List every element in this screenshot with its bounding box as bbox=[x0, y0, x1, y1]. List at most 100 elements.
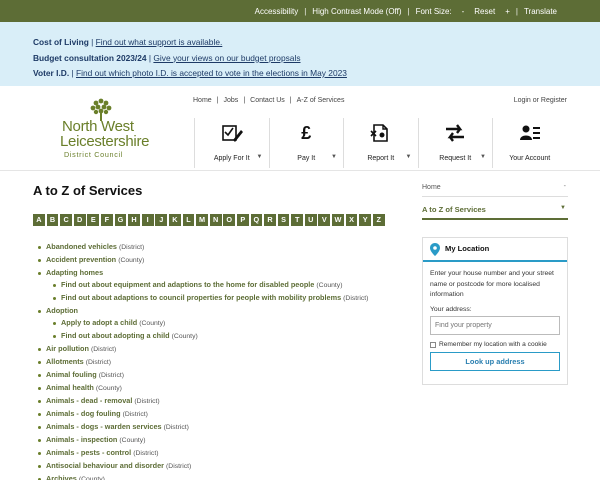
az-letter-e[interactable]: E bbox=[87, 214, 100, 226]
service-link[interactable]: Abandoned vehicles bbox=[46, 242, 117, 251]
az-letter-a[interactable]: A bbox=[33, 214, 45, 226]
chevron-down-icon: ▼ bbox=[560, 205, 566, 211]
service-link[interactable]: Allotments bbox=[46, 357, 84, 366]
az-letter-x[interactable]: X bbox=[345, 214, 358, 226]
az-letter-d[interactable]: D bbox=[73, 214, 86, 226]
service-link[interactable]: Animal fouling bbox=[46, 370, 97, 379]
nav-your-account[interactable]: Your Account bbox=[492, 118, 567, 168]
login-register-link[interactable]: Login or Register bbox=[514, 97, 567, 104]
page-title: A to Z of Services bbox=[33, 183, 143, 198]
account-icon bbox=[519, 125, 540, 140]
accessibility-link[interactable]: Accessibility bbox=[250, 7, 304, 16]
az-letter-o[interactable]: O bbox=[223, 214, 236, 226]
pound-icon: £ bbox=[301, 123, 312, 143]
sidebar-breadcrumb: Home - A to Z of Services ▼ bbox=[422, 183, 568, 220]
breadcrumb-home[interactable]: Home - bbox=[422, 183, 568, 197]
alert-link[interactable]: Find out what support is available. bbox=[96, 37, 223, 47]
az-letter-u[interactable]: U bbox=[304, 214, 317, 226]
az-letter-y[interactable]: Y bbox=[359, 214, 372, 226]
service-scope: (District) bbox=[133, 450, 159, 457]
alert-link[interactable]: Find out which photo I.D. is accepted to… bbox=[76, 68, 347, 78]
address-input[interactable] bbox=[430, 316, 560, 335]
list-item: Find out about adopting a child (County) bbox=[53, 330, 398, 343]
translate-link[interactable]: Translate bbox=[519, 7, 562, 16]
service-link[interactable]: Animal health bbox=[46, 383, 94, 392]
az-letter-h[interactable]: H bbox=[128, 214, 140, 226]
az-letter-f[interactable]: F bbox=[100, 214, 113, 226]
service-link[interactable]: Air pollution bbox=[46, 344, 89, 353]
service-link[interactable]: Animals - pests - control bbox=[46, 448, 131, 457]
list-item: Adoption bbox=[38, 305, 398, 317]
az-letter-z[interactable]: Z bbox=[372, 214, 385, 226]
alert-item: Budget consultation 2023/24 | Give your … bbox=[33, 52, 301, 63]
az-letter-i[interactable]: I bbox=[141, 214, 154, 226]
service-scope: (County) bbox=[118, 257, 145, 264]
chevron-down-icon: ▼ bbox=[256, 154, 263, 160]
breadcrumb-marker: - bbox=[563, 183, 566, 190]
service-link[interactable]: Archives bbox=[46, 474, 77, 480]
separator: | bbox=[304, 6, 307, 16]
council-logo[interactable]: North West Leicestershire District Counc… bbox=[60, 98, 170, 160]
az-letter-l[interactable]: L bbox=[182, 214, 195, 226]
list-item: Find out about adaptions to council prop… bbox=[53, 292, 398, 305]
az-letter-t[interactable]: T bbox=[291, 214, 304, 226]
service-scope: (District) bbox=[163, 424, 189, 431]
service-link[interactable]: Find out about adopting a child bbox=[61, 331, 170, 340]
service-link[interactable]: Animals - dead - removal bbox=[46, 396, 132, 405]
az-letter-s[interactable]: S bbox=[277, 214, 290, 226]
az-letter-w[interactable]: W bbox=[332, 214, 344, 226]
font-reset-button[interactable]: Reset bbox=[469, 7, 500, 16]
az-letter-c[interactable]: C bbox=[60, 214, 72, 226]
az-letter-p[interactable]: P bbox=[236, 214, 249, 226]
service-link[interactable]: Animals - dog fouling bbox=[46, 409, 121, 418]
service-link[interactable]: Animals - inspection bbox=[46, 435, 117, 444]
home-link[interactable]: Home bbox=[193, 97, 212, 104]
alert-title: Cost of Living bbox=[33, 37, 89, 47]
site-header: North West Leicestershire District Counc… bbox=[0, 86, 600, 171]
service-link[interactable]: Find out about equipment and adaptions t… bbox=[61, 280, 314, 289]
service-link[interactable]: Adapting homes bbox=[46, 268, 103, 277]
service-scope: (District) bbox=[134, 398, 160, 405]
separator: | bbox=[515, 6, 518, 16]
az-letter-j[interactable]: J bbox=[155, 214, 168, 226]
az-letter-b[interactable]: B bbox=[46, 214, 59, 226]
service-link[interactable]: Antisocial behaviour and disorder bbox=[46, 461, 164, 470]
service-link[interactable]: Accident prevention bbox=[46, 255, 116, 264]
list-item: Archives (County) bbox=[38, 473, 398, 480]
arrows-exchange-icon bbox=[446, 124, 465, 142]
nav-apply-for-it[interactable]: Apply For It ▼ bbox=[194, 118, 269, 168]
alert-title: Budget consultation 2023/24 bbox=[33, 52, 147, 63]
service-scope: (County) bbox=[171, 333, 198, 340]
service-scope: (District) bbox=[119, 244, 145, 251]
az-letter-m[interactable]: M bbox=[196, 214, 208, 226]
list-item: Adapting homes bbox=[38, 267, 398, 279]
service-link[interactable]: Animals - dogs - warden services bbox=[46, 422, 162, 431]
az-letter-q[interactable]: Q bbox=[250, 214, 263, 226]
alert-link[interactable]: Give your views on our budget propsals bbox=[153, 53, 300, 63]
font-decrease-button[interactable]: - bbox=[457, 7, 470, 16]
high-contrast-toggle[interactable]: High Contrast Mode (Off) bbox=[307, 7, 406, 16]
remember-location[interactable]: Remember my location with a cookie bbox=[430, 341, 547, 348]
service-link[interactable]: Find out about adaptions to council prop… bbox=[61, 293, 341, 302]
service-link[interactable]: Apply to adopt a child bbox=[61, 318, 137, 327]
nav-request-it[interactable]: Request It ▼ bbox=[417, 118, 493, 168]
nav-report-it[interactable]: Report It ▼ bbox=[343, 118, 418, 168]
contact-link[interactable]: Contact Us bbox=[250, 97, 285, 104]
nav-pay-it[interactable]: £ Pay It ▼ bbox=[268, 118, 344, 168]
font-increase-button[interactable]: + bbox=[500, 7, 515, 16]
service-link[interactable]: Adoption bbox=[46, 306, 78, 315]
az-letter-r[interactable]: R bbox=[264, 214, 276, 226]
az-letter-k[interactable]: K bbox=[168, 214, 181, 226]
remember-checkbox[interactable] bbox=[430, 341, 436, 348]
service-scope: (County) bbox=[119, 437, 146, 444]
alert-banner: Cost of Living | Find out what support i… bbox=[0, 22, 600, 86]
service-scope: (District) bbox=[343, 295, 369, 302]
top-utility-bar: Accessibility | High Contrast Mode (Off)… bbox=[0, 0, 600, 22]
breadcrumb-current[interactable]: A to Z of Services ▼ bbox=[422, 202, 568, 220]
jobs-link[interactable]: Jobs bbox=[224, 97, 239, 104]
az-link[interactable]: A-Z of Services bbox=[297, 97, 345, 104]
look-up-address-button[interactable]: Look up address bbox=[430, 352, 560, 371]
az-letter-n[interactable]: N bbox=[209, 214, 222, 226]
az-letter-v[interactable]: V bbox=[318, 214, 331, 226]
az-letter-g[interactable]: G bbox=[114, 214, 127, 226]
